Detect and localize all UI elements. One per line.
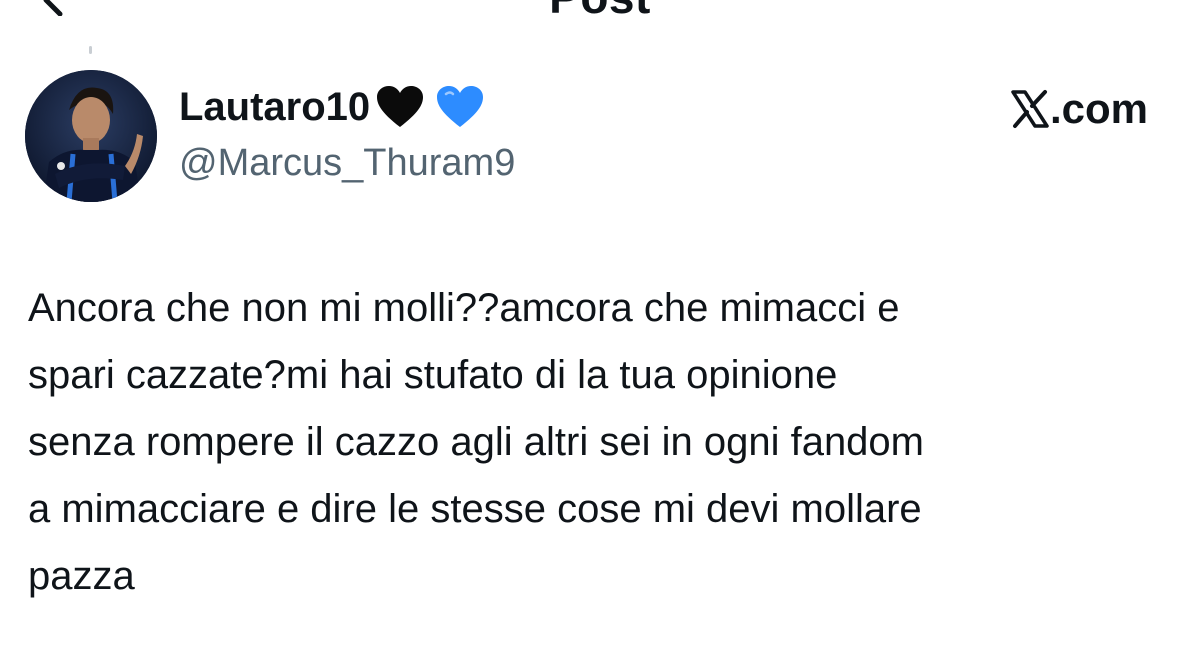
top-bar: Post xyxy=(0,0,1200,40)
page-title: Post xyxy=(0,0,1200,20)
x-brand: .com xyxy=(1010,85,1148,133)
avatar[interactable] xyxy=(25,70,157,202)
tweet-line: senza rompere il cazzo agli altri sei in… xyxy=(28,420,924,464)
tweet-line: Ancora che non mi molli??amcora che mima… xyxy=(28,286,900,330)
tweet-line: spari cazzate?mi hai stufato di la tua o… xyxy=(28,353,838,397)
tweet-line: pazza xyxy=(28,554,135,598)
black-heart-icon xyxy=(377,86,424,127)
divider-mark xyxy=(89,46,92,54)
x-logo-icon xyxy=(1011,90,1049,128)
user-handle[interactable]: @Marcus_Thuram9 xyxy=(179,140,515,186)
blue-heart-icon xyxy=(437,86,484,127)
tweet-text: Ancora che non mi molli??amcora che mima… xyxy=(28,275,1168,610)
author-block: Lautaro10 @Marcus_Thuram9 xyxy=(179,82,515,186)
x-domain-text: .com xyxy=(1049,85,1148,132)
tweet-line: a mimacciare e dire le stesse cose mi de… xyxy=(28,487,922,531)
display-name-row: Lautaro10 xyxy=(179,82,515,132)
avatar-image xyxy=(25,70,157,202)
display-name[interactable]: Lautaro10 xyxy=(179,83,370,131)
